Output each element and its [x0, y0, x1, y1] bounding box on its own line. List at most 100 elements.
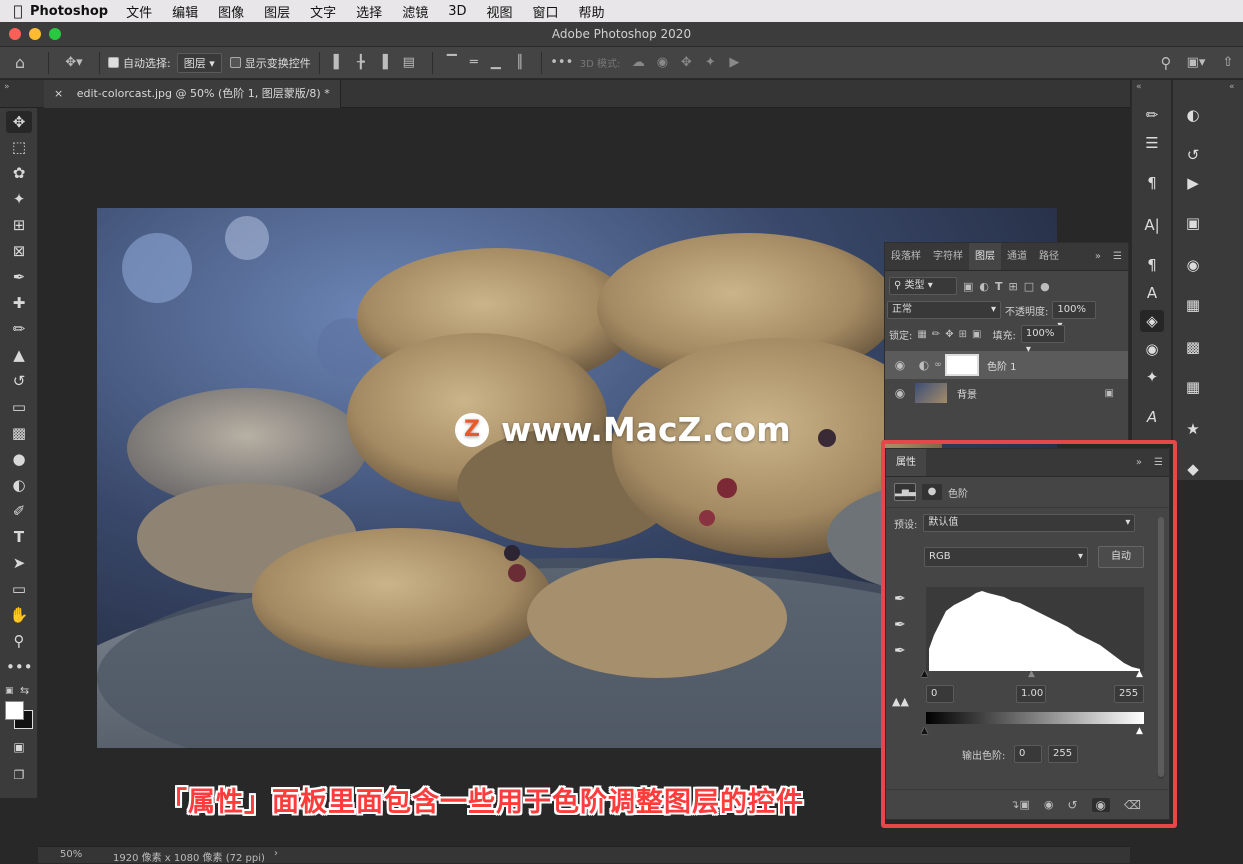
brush-settings-icon[interactable]: ✏	[1140, 104, 1164, 126]
menu-window[interactable]: 窗口	[533, 2, 559, 21]
3d-pan-icon[interactable]: ✥	[674, 55, 698, 70]
brush-tool-icon[interactable]: ✏	[6, 318, 32, 340]
menu-type[interactable]: 文字	[310, 2, 336, 21]
marquee-tool-icon[interactable]: ⬚	[6, 136, 32, 158]
home-icon[interactable]: ⌂	[0, 53, 40, 72]
menu-layer[interactable]: 图层	[264, 2, 290, 21]
clone-stamp-icon[interactable]: ▲	[6, 344, 32, 366]
rectangle-tool-icon[interactable]: ▭	[6, 578, 32, 600]
search-icon[interactable]: ⚲	[1153, 54, 1179, 72]
filter-shape-icon[interactable]: ⊞	[1009, 280, 1018, 293]
panel-expand-icon[interactable]: »	[1089, 243, 1107, 270]
3d-roll-icon[interactable]: ◉	[650, 55, 674, 70]
lock-artboard-icon[interactable]: ⊞	[959, 329, 967, 340]
lasso-tool-icon[interactable]: ✿	[6, 162, 32, 184]
menu-file[interactable]: 文件	[126, 2, 152, 21]
lock-transparent-icon[interactable]: ▦	[917, 329, 926, 340]
panel-menu-icon[interactable]: ☰	[1107, 243, 1128, 270]
align-left-icon[interactable]: ▌	[328, 55, 350, 70]
character-icon[interactable]: A|	[1140, 214, 1164, 236]
lock-pixels-icon[interactable]: ✏	[932, 329, 940, 340]
adjustments-icon[interactable]: ◐	[1181, 104, 1205, 126]
menu-help[interactable]: 帮助	[579, 2, 605, 21]
history-brush-icon[interactable]: ↺	[6, 370, 32, 392]
tab-paragraph-styles[interactable]: 段落样	[885, 243, 927, 270]
3d-slide-icon[interactable]: ✦	[698, 55, 722, 70]
align-center-icon[interactable]: ╊	[350, 55, 372, 70]
swap-colors-icon[interactable]: ⇆	[20, 684, 29, 697]
auto-select-checkbox[interactable]	[108, 57, 119, 68]
fill-input[interactable]: 100% ▾	[1020, 325, 1065, 355]
paragraph-styles-icon[interactable]: ¶	[1140, 254, 1164, 276]
color-icon[interactable]: ◉	[1181, 254, 1205, 276]
3d-orbit-icon[interactable]: ☁	[626, 55, 650, 70]
zoom-level[interactable]: 50%	[60, 849, 82, 860]
filter-adjustment-icon[interactable]: ◐	[979, 280, 989, 293]
align-right-icon[interactable]: ▐	[372, 55, 394, 70]
glyphs-icon[interactable]: A	[1140, 406, 1164, 428]
gradients-icon[interactable]: ▩	[1181, 336, 1205, 358]
share-icon[interactable]: ⇧	[1213, 55, 1243, 70]
path-select-icon[interactable]: ➤	[6, 552, 32, 574]
lock-all-icon[interactable]: ▣	[972, 329, 981, 340]
layer-name[interactable]: 背景	[957, 386, 977, 401]
actions-icon[interactable]: ▶	[1181, 172, 1205, 194]
layer-row-background[interactable]: ◉ 背景 ▣	[885, 379, 1128, 407]
learn-icon[interactable]: ★	[1181, 418, 1205, 440]
align-top-icon[interactable]: ▔	[441, 55, 463, 70]
brushes-icon[interactable]: ☰	[1140, 132, 1164, 154]
eyedropper-icon[interactable]: ✒	[6, 266, 32, 288]
dodge-tool-icon[interactable]: ◐	[6, 474, 32, 496]
menu-view[interactable]: 视图	[486, 2, 512, 21]
opacity-input[interactable]: 100% ▾	[1052, 301, 1097, 331]
default-colors-icon[interactable]: ▣	[5, 686, 15, 696]
auto-select-dropdown[interactable]: 图层 ▾	[176, 52, 222, 73]
channels-icon[interactable]: ◉	[1140, 338, 1164, 360]
menu-3d[interactable]: 3D	[448, 4, 466, 19]
workspace-icon[interactable]: ▣▾	[1179, 55, 1213, 70]
collapse-icon[interactable]: «	[1229, 82, 1235, 92]
lock-position-icon[interactable]: ✥	[945, 329, 953, 340]
screen-mode-icon[interactable]: ❐	[6, 764, 32, 786]
filter-toggle-icon[interactable]: ●	[1040, 280, 1050, 293]
move-tool-icon[interactable]: ✥▾	[57, 55, 91, 70]
quick-mask-icon[interactable]: ▣	[6, 736, 32, 758]
character-styles-icon[interactable]: A	[1140, 282, 1164, 304]
type-tool-icon[interactable]: T	[6, 526, 32, 548]
filter-smart-object-icon[interactable]: □	[1024, 280, 1034, 293]
foreground-color-swatch[interactable]	[5, 701, 24, 720]
libraries-icon[interactable]: ▣	[1181, 212, 1205, 234]
blur-tool-icon[interactable]: ●	[6, 448, 32, 470]
tab-paths[interactable]: 路径	[1033, 243, 1065, 270]
blend-mode-dropdown[interactable]: 正常 ▾	[887, 301, 1001, 319]
gradient-tool-icon[interactable]: ▩	[6, 422, 32, 444]
swatches-icon[interactable]: ▦	[1181, 294, 1205, 316]
healing-brush-icon[interactable]: ✚	[6, 292, 32, 314]
3d-camera-icon[interactable]: ▶	[722, 55, 746, 70]
move-tool-icon[interactable]: ✥	[6, 111, 32, 133]
more-options-icon[interactable]: •••	[550, 55, 574, 70]
mask-link-icon[interactable]: ∞	[933, 360, 943, 370]
collapse-icon[interactable]: »	[4, 82, 10, 92]
menu-edit[interactable]: 编辑	[172, 2, 198, 21]
visibility-eye-icon[interactable]: ◉	[885, 358, 915, 372]
layer-name[interactable]: 色阶 1	[987, 358, 1017, 373]
filter-type-icon[interactable]: T	[995, 280, 1003, 293]
menu-filter[interactable]: 滤镜	[402, 2, 428, 21]
distribute-vertical-icon[interactable]: ║	[507, 55, 533, 70]
frame-tool-icon[interactable]: ⊠	[6, 240, 32, 262]
align-middle-icon[interactable]: ═	[463, 55, 485, 70]
layer-mask-thumbnail[interactable]	[945, 354, 979, 376]
crop-tool-icon[interactable]: ⊞	[6, 214, 32, 236]
tab-layers[interactable]: 图层	[969, 243, 1001, 270]
document-tab[interactable]: × edit-colorcast.jpg @ 50% (色阶 1, 图层蒙版/8…	[44, 80, 341, 108]
more-tools-icon[interactable]: •••	[6, 656, 33, 678]
eraser-icon[interactable]: ▭	[6, 396, 32, 418]
pen-tool-icon[interactable]: ✐	[6, 500, 32, 522]
zoom-tool-icon[interactable]: ⚲	[6, 630, 32, 652]
patterns-icon[interactable]: ▦	[1181, 376, 1205, 398]
layer-filter-dropdown[interactable]: ⚲ 类型 ▾	[889, 277, 957, 295]
tab-character-styles[interactable]: 字符样	[927, 243, 969, 270]
collapse-icon[interactable]: «	[1136, 82, 1142, 92]
paragraph-icon[interactable]: ¶	[1140, 172, 1164, 194]
